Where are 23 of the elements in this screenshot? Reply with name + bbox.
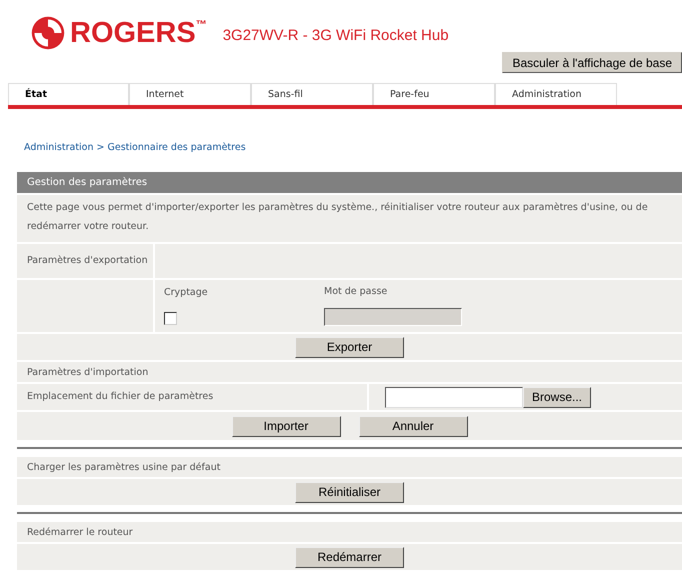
factory-reset-label: Charger les paramètres usine par défaut [27, 462, 220, 472]
brand-name: ROGERS$^{™}$ [70, 16, 207, 50]
export-button[interactable]: Exporter [295, 336, 404, 358]
switch-view-button[interactable]: Basculer à l'affichage de base [502, 52, 682, 73]
password-field[interactable] [324, 308, 462, 326]
panel-title: Gestion des paramètres [17, 172, 682, 193]
encryption-checkbox[interactable] [164, 312, 177, 325]
file-path-field[interactable] [385, 386, 523, 408]
import-button[interactable]: Importer [232, 416, 340, 436]
encryption-label: Cryptage [164, 287, 208, 298]
password-label: Mot de passe [324, 286, 388, 297]
reboot-button[interactable]: Redémarrer [295, 546, 404, 568]
file-location-label: Emplacement du fichier de paramètres [27, 390, 214, 404]
import-label: Paramètres d'importation [27, 366, 148, 378]
product-title: 3G27WV-R - 3G WiFi Rocket Hub [222, 26, 449, 44]
export-label: Paramètres d'exportation [27, 254, 148, 268]
breadcrumb: Administration > Gestionnaire des paramètres [24, 142, 247, 155]
reboot-label: Redémarrer le routeur [27, 526, 133, 538]
cancel-button[interactable]: Annuler [358, 416, 468, 436]
logo-icon [30, 15, 66, 51]
reset-button[interactable]: Réinitialiser [295, 482, 404, 502]
browse-button[interactable]: Browse... [523, 386, 591, 408]
description-text: Cette page vous permet d'importer/exporter les paramètres du système., réinitialiser votre routeur aux paramètres d'usine, ou de redémarrer votre routeur. [27, 202, 648, 232]
